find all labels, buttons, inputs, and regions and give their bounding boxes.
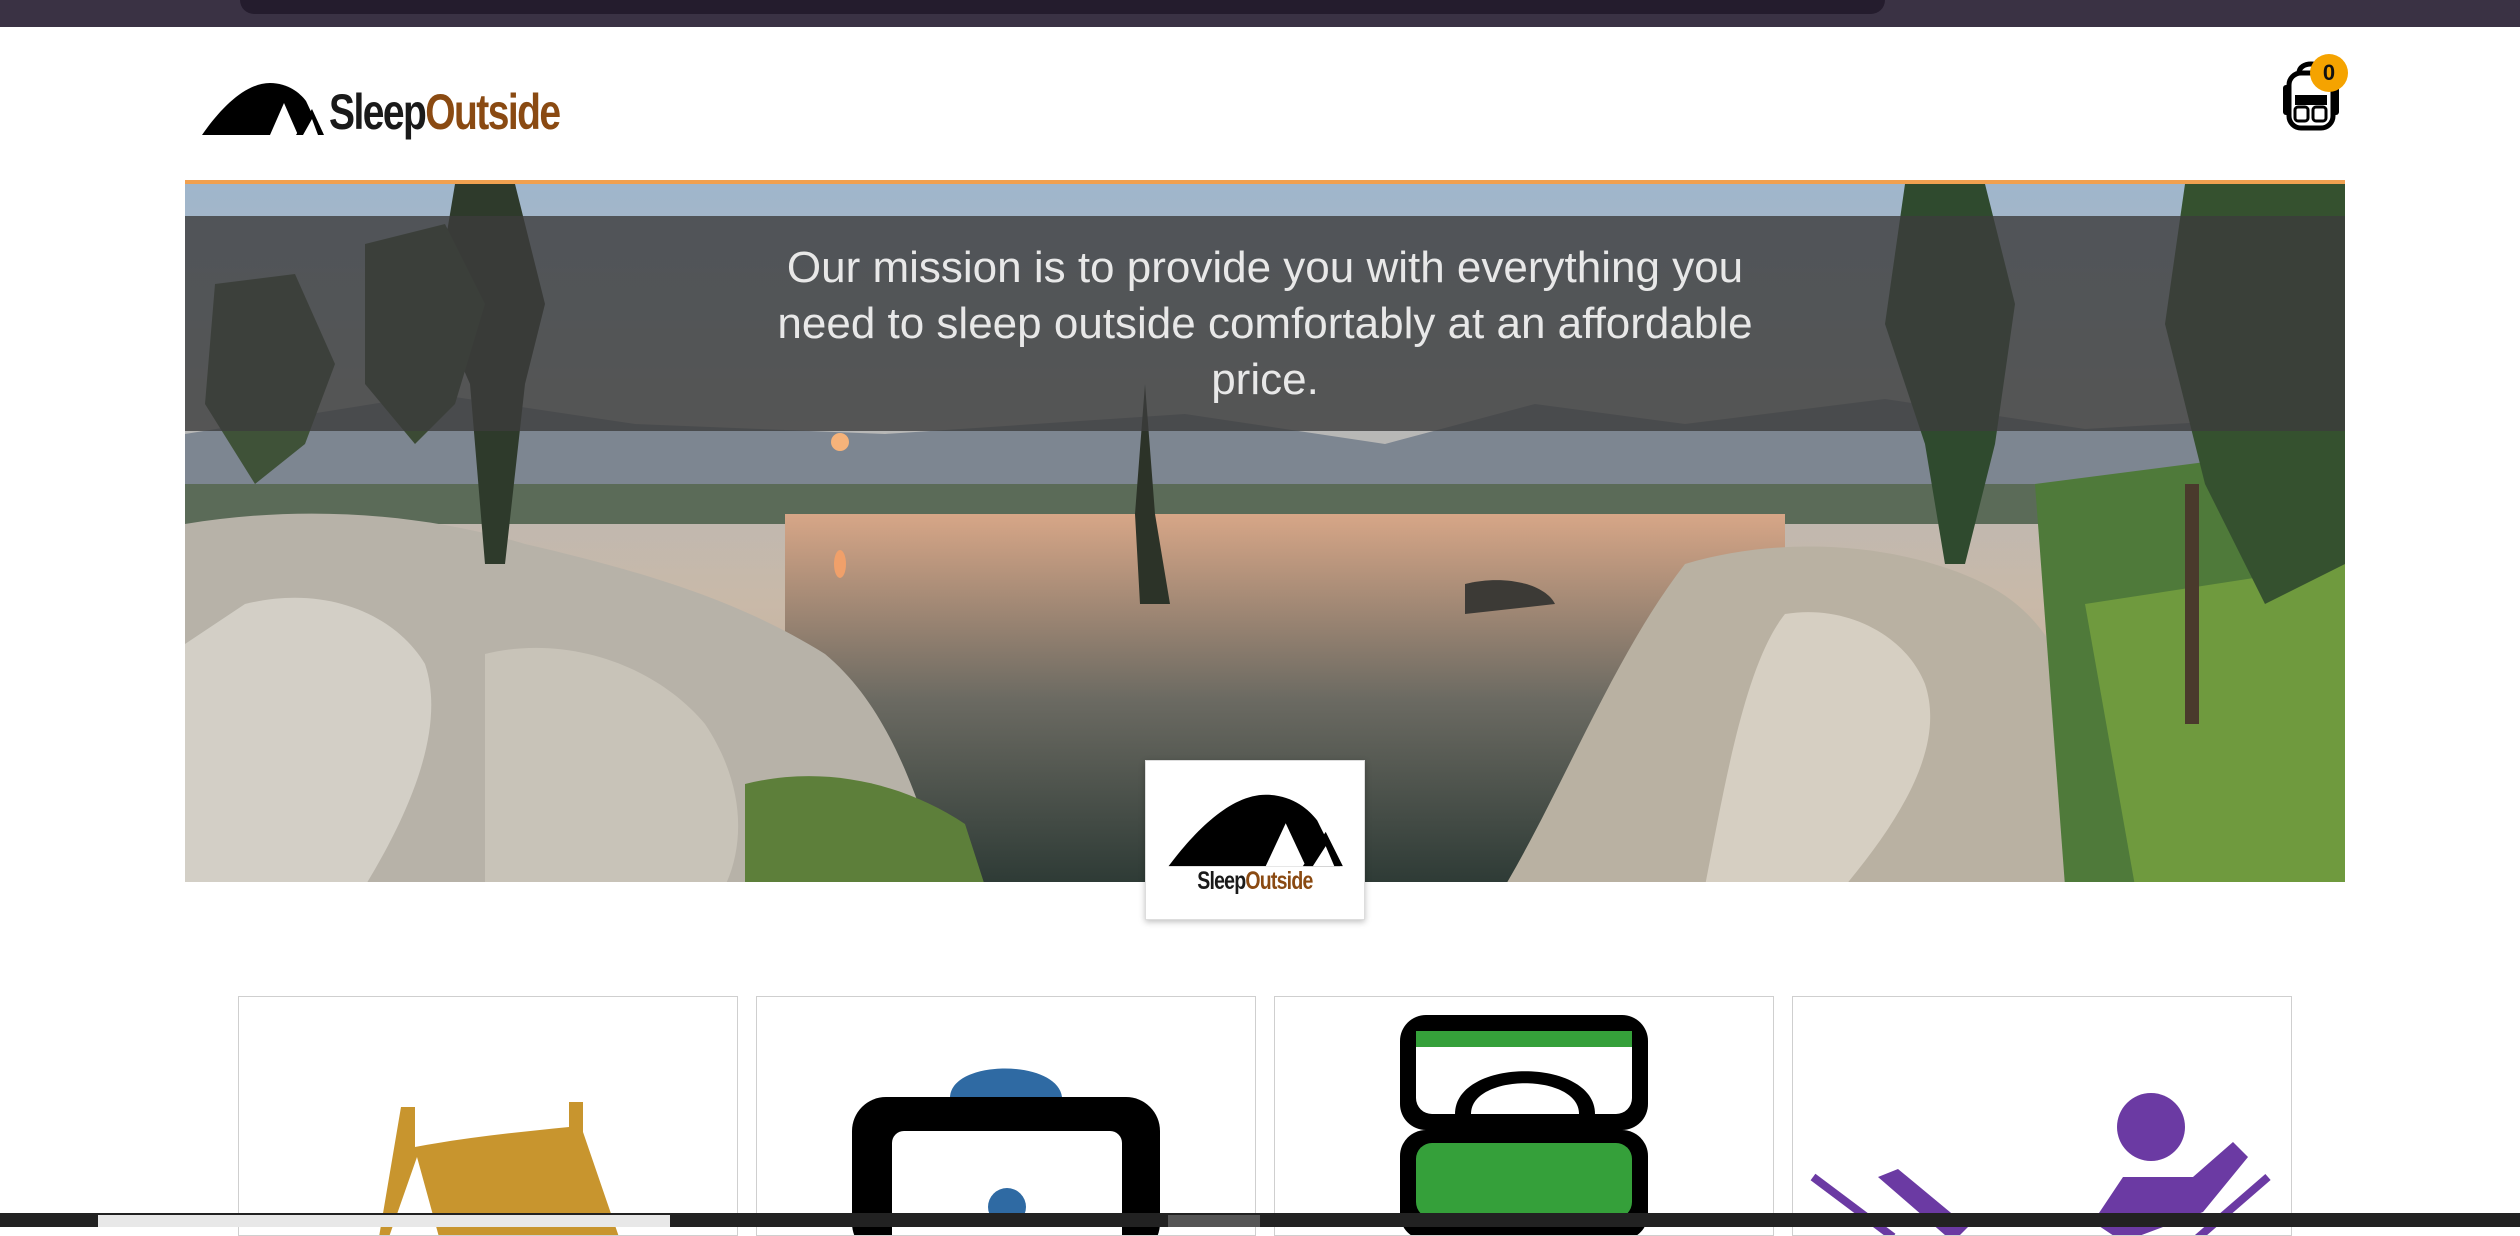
category-card-sleeping-bags[interactable] bbox=[1274, 996, 1774, 1236]
mission-overlay: Our mission is to provide you with every… bbox=[185, 216, 2345, 431]
tent-logo-icon bbox=[1168, 794, 1343, 867]
hero-logo-badge: SleepOutside bbox=[1145, 760, 1365, 920]
category-card-backpacks[interactable] bbox=[756, 996, 1256, 1236]
category-card-hammocks[interactable] bbox=[1792, 996, 2292, 1236]
mission-text: Our mission is to provide you with every… bbox=[777, 242, 1753, 404]
hammock-category-icon bbox=[1810, 1093, 2271, 1235]
badge-logo-text: SleepOutside bbox=[1197, 867, 1313, 896]
category-card-tents[interactable] bbox=[238, 996, 738, 1236]
site-logo-link[interactable]: SleepOutside bbox=[200, 75, 625, 140]
tent-icon bbox=[202, 83, 324, 135]
browser-address-bar[interactable] bbox=[240, 0, 1885, 14]
product-categories bbox=[238, 996, 2292, 1236]
sleeping-bag-category-icon bbox=[1400, 1015, 1648, 1235]
logo-text: SleepOutside bbox=[329, 84, 561, 140]
browser-top-bar bbox=[0, 0, 2520, 27]
badge-text-sleep: Sleep bbox=[1197, 867, 1246, 895]
cart-count-badge: 0 bbox=[2310, 54, 2348, 92]
logo-text-sleep: Sleep bbox=[329, 84, 427, 140]
site-header: SleepOutside 0 bbox=[185, 27, 2348, 182]
logo-text-outside: Outside bbox=[425, 84, 561, 140]
badge-text-outside: Outside bbox=[1245, 867, 1313, 895]
taskbar-item[interactable] bbox=[1168, 1215, 1260, 1227]
taskbar-item[interactable] bbox=[98, 1215, 670, 1227]
tent-category-icon bbox=[379, 1102, 619, 1235]
browser-bottom-bar bbox=[0, 1213, 2520, 1227]
backpack-category-icon bbox=[852, 1068, 1160, 1235]
